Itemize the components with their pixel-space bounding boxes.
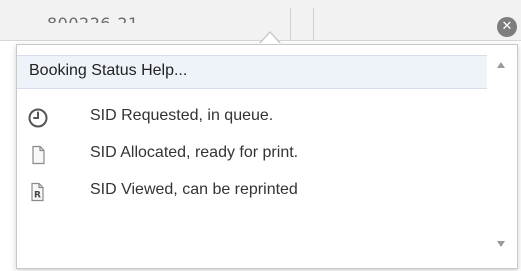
status-label: SID Allocated, ready for print. xyxy=(90,144,299,161)
screen: 800226-21 ✕ Booking Status Help... SID R… xyxy=(0,0,521,271)
popup-header: Booking Status Help... xyxy=(17,55,487,89)
background-cell-text: 800226-21 xyxy=(47,13,139,23)
status-label: SID Requested, in queue. xyxy=(90,107,274,124)
svg-text:R: R xyxy=(34,191,41,201)
booking-status-help-popup: Booking Status Help... SID Requested, in… xyxy=(16,44,518,269)
list-item: SID Requested, in queue. xyxy=(17,101,487,138)
clock-icon xyxy=(27,107,49,129)
scroll-up-arrow-icon[interactable] xyxy=(497,62,505,68)
blank-document-icon xyxy=(27,144,49,166)
document-r-icon: R xyxy=(27,181,49,203)
close-icon[interactable]: ✕ xyxy=(497,17,517,37)
popup-scrollbar[interactable] xyxy=(487,45,517,268)
column-divider xyxy=(290,8,291,40)
status-legend-list: SID Requested, in queue. SID Allocated, … xyxy=(17,101,487,212)
status-label: SID Viewed, can be reprinted xyxy=(90,181,298,198)
list-item: SID Allocated, ready for print. xyxy=(17,138,487,175)
list-item: R SID Viewed, can be reprinted xyxy=(17,175,487,212)
popup-title: Booking Status Help... xyxy=(29,62,188,79)
column-divider xyxy=(313,8,314,40)
popup-pointer-fill xyxy=(260,33,280,44)
scroll-down-arrow-icon[interactable] xyxy=(497,241,505,247)
